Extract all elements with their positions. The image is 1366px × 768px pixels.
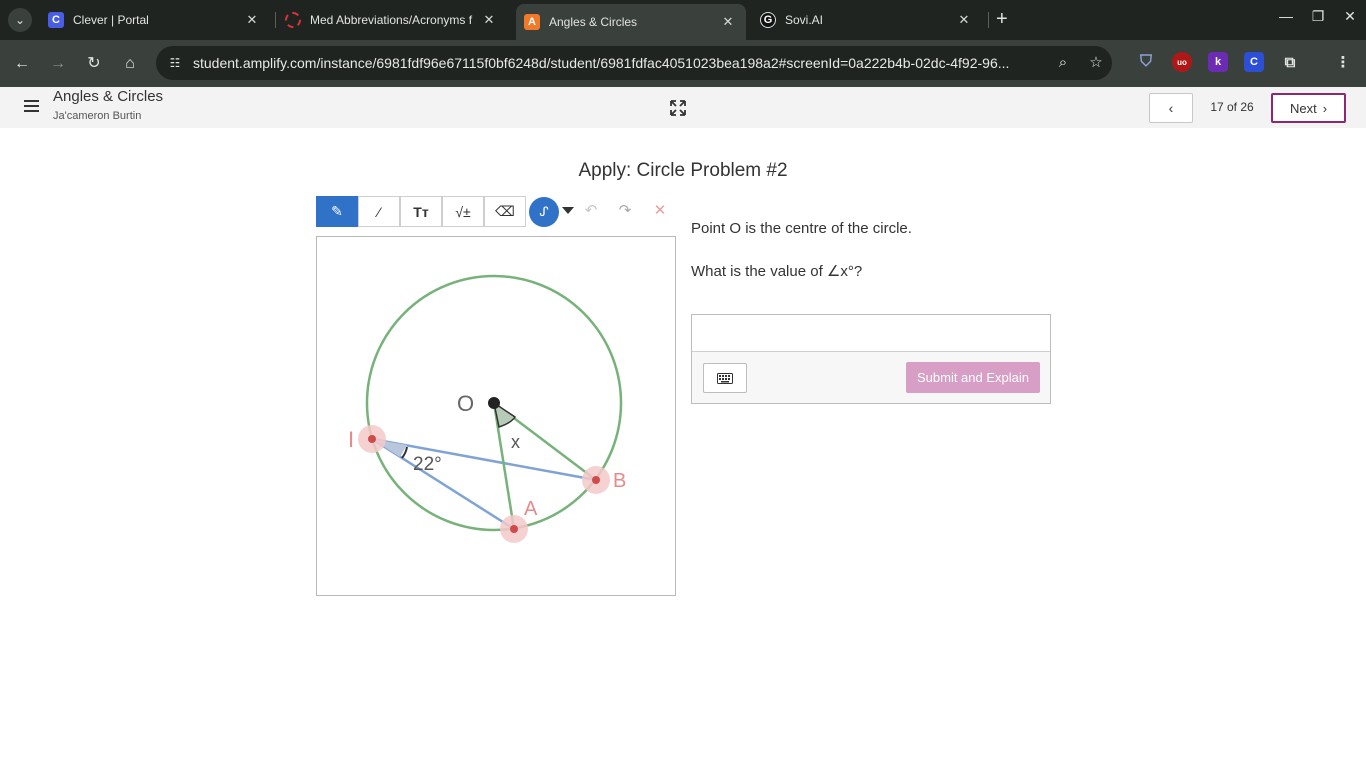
back-arrow-icon[interactable]: ← (10, 52, 34, 76)
label-center: O (457, 391, 474, 416)
close-icon[interactable]: ✕ (242, 12, 262, 28)
center-point (488, 397, 500, 409)
lesson-title: Angles & Circles (53, 88, 164, 105)
minimize-icon[interactable]: — (1274, 8, 1298, 24)
pen-tool-button[interactable]: ✎ (316, 196, 358, 227)
point-a (510, 525, 518, 533)
url-text[interactable]: student.amplify.com/instance/6981fdf96e6… (193, 55, 1048, 71)
eraser-tool-button[interactable]: ⌫ (484, 196, 526, 227)
label-point-b: B (613, 470, 626, 492)
browser-tab-angles-circles[interactable]: A Angles & Circles ✕ (516, 4, 746, 40)
chevron-right-icon: › (1322, 100, 1328, 116)
label-angle-22: 22° (413, 454, 442, 475)
extensions-puzzle-icon[interactable]: ⧉ (1280, 52, 1300, 72)
text-tool-button[interactable]: Tт (400, 196, 442, 227)
next-screen-button[interactable]: Next › (1271, 93, 1346, 123)
pencil-icon: ✎ (331, 203, 343, 219)
new-tab-plus-icon[interactable]: + (996, 9, 1008, 29)
kami-extension-icon[interactable]: k (1208, 52, 1228, 72)
prompt-line-2: What is the value of ∠x°? (691, 263, 863, 280)
point-b (592, 476, 600, 484)
tab-title: Clever | Portal (73, 13, 149, 27)
address-bar[interactable]: ☷ student.amplify.com/instance/6981fdf96… (156, 46, 1112, 80)
browser-toolbar: ← → ↻ ⌂ ☷ student.amplify.com/instance/6… (0, 40, 1366, 87)
submit-and-explain-button[interactable]: Submit and Explain (906, 362, 1040, 393)
browser-tab-strip: ⌄ C Clever | Portal ✕ Med Abbreviations/… (0, 0, 1366, 40)
eraser-icon: ⌫ (495, 203, 515, 219)
keyboard-icon (717, 372, 733, 384)
undo-icon[interactable]: ↶ (580, 200, 602, 222)
text-size-icon: Tт (413, 203, 429, 220)
clever-favicon-icon: C (48, 12, 64, 28)
tab-search-button[interactable]: ⌄ (8, 8, 32, 32)
squiggle-icon: ᔑ (539, 204, 549, 219)
reload-icon[interactable]: ↻ (82, 52, 106, 76)
app-header: Angles & Circles Ja'cameron Burtin ‹ 17 … (0, 87, 1366, 128)
redo-icon[interactable]: ↷ (614, 200, 636, 222)
bookmark-star-icon[interactable]: ☆ (1087, 54, 1105, 72)
math-tool-button[interactable]: √± (442, 196, 484, 227)
shield-extension-icon[interactable]: ⛉ (1136, 52, 1156, 72)
prompt-line-1: Point O is the centre of the circle. (691, 220, 912, 237)
line-tool-button[interactable]: ⁄ (358, 196, 400, 227)
browser-tab-clever[interactable]: C Clever | Portal ✕ (40, 4, 270, 36)
circle-diagram: O I A B x 22° (348, 274, 626, 543)
screen-title: Apply: Circle Problem #2 (578, 160, 788, 181)
tab-title: Med Abbreviations/Acronyms f (310, 13, 473, 27)
square-root-icon: √± (455, 203, 471, 220)
label-point-i: I (348, 427, 354, 452)
tab-separator (275, 12, 276, 28)
home-icon[interactable]: ⌂ (118, 52, 142, 76)
line-icon: ⁄ (377, 203, 381, 220)
color-picker-button[interactable]: ᔑ (529, 197, 559, 227)
restore-icon[interactable]: ❐ (1306, 8, 1330, 25)
fullscreen-expand-icon[interactable] (670, 100, 686, 116)
label-angle-x: x (511, 432, 520, 452)
tab-title: Sovi.AI (785, 13, 824, 27)
forward-arrow-icon[interactable]: → (46, 52, 70, 76)
chevron-down-icon: ⌄ (14, 13, 26, 27)
keyboard-toggle-button[interactable] (703, 363, 747, 393)
tab-separator (988, 12, 989, 28)
window-close-icon[interactable]: ✕ (1338, 8, 1362, 25)
close-icon[interactable]: ✕ (954, 12, 974, 28)
zoom-magnifier-icon[interactable]: ⌕ (1054, 54, 1072, 72)
previous-screen-button[interactable]: ‹ (1149, 93, 1193, 123)
point-i (368, 435, 376, 443)
med-favicon-icon (285, 12, 301, 28)
color-dropdown-caret-icon[interactable] (562, 207, 574, 214)
ublock-extension-icon[interactable]: uo (1172, 52, 1192, 72)
clear-x-icon[interactable]: ✕ (649, 200, 671, 222)
amplify-favicon-icon: A (524, 14, 540, 30)
hamburger-menu-icon[interactable] (24, 100, 39, 112)
page-counter: 17 of 26 (1210, 100, 1254, 114)
close-icon[interactable]: ✕ (479, 12, 499, 28)
answer-panel: Submit and Explain (691, 314, 1051, 404)
tab-title: Angles & Circles (549, 15, 638, 29)
math-answer-input[interactable] (692, 315, 1050, 352)
browser-tab-sovi[interactable]: G Sovi.AI ✕ (752, 4, 982, 36)
more-menu-icon[interactable]: ⋮ (1333, 52, 1353, 72)
sovi-favicon-icon: G (760, 12, 776, 28)
chevron-left-icon: ‹ (1168, 100, 1174, 116)
browser-tab-med-abbreviations[interactable]: Med Abbreviations/Acronyms f ✕ (277, 4, 507, 36)
sketch-canvas[interactable]: O I A B x 22° (316, 236, 676, 596)
clever-extension-icon[interactable]: C (1244, 52, 1264, 72)
next-label: Next (1289, 100, 1317, 116)
student-name: Ja'cameron Burtin (53, 110, 142, 122)
site-info-icon[interactable]: ☷ (166, 54, 184, 72)
close-icon[interactable]: ✕ (718, 14, 738, 30)
label-point-a: A (524, 498, 538, 520)
